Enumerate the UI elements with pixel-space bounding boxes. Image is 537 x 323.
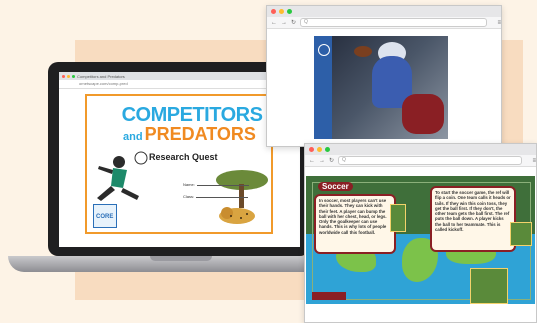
soccer-map-page: Soccer In soccer, most players can't use… xyxy=(306,176,535,304)
address-bar[interactable]: Q xyxy=(300,18,488,27)
back-arrow-icon[interactable]: ← xyxy=(309,158,315,164)
soccer-photo-right-top xyxy=(510,222,532,246)
core-logo: CORE xyxy=(93,204,117,228)
minimize-dot-icon[interactable] xyxy=(317,147,322,152)
window-nav-bar: ← → ↻ Q ≡ xyxy=(267,17,501,29)
window-nav-bar: ← → ↻ Q ≡ xyxy=(305,155,536,167)
soccer-text-right: To start the soccer game, the ref will f… xyxy=(430,186,516,252)
cover-title-predators: PREDATORS xyxy=(144,124,256,144)
reload-icon[interactable]: ↻ xyxy=(329,157,334,164)
class-field-line xyxy=(196,197,249,198)
minimize-dot-icon[interactable] xyxy=(279,9,284,14)
book-cover: COMPETITORS and PREDATORS Research Quest … xyxy=(85,94,273,234)
core-logo-text: CORE xyxy=(96,214,114,220)
cover-title-and: and xyxy=(123,131,143,143)
menu-icon[interactable]: ≡ xyxy=(532,158,536,164)
forward-arrow-icon[interactable]: → xyxy=(281,20,287,26)
name-field-label: Name: xyxy=(183,182,195,187)
minimize-dot-icon[interactable] xyxy=(67,74,70,78)
maximize-dot-icon[interactable] xyxy=(287,9,292,14)
soccer-text-left: In soccer, most players can't use their … xyxy=(314,194,396,254)
laptop-notch xyxy=(150,256,212,261)
class-field-label: Class: xyxy=(183,194,195,199)
football-photo xyxy=(314,36,448,139)
compass-icon xyxy=(318,44,330,56)
close-dot-icon[interactable] xyxy=(62,74,65,78)
maximize-dot-icon[interactable] xyxy=(325,147,330,152)
browser-window-soccer: ← → ↻ Q ≡ Soccer In soccer, most players… xyxy=(304,143,537,323)
soccer-heading: Soccer xyxy=(318,182,353,191)
back-arrow-icon[interactable]: ← xyxy=(271,20,277,26)
soccer-photo-small xyxy=(390,204,406,232)
reload-icon[interactable]: ↻ xyxy=(291,19,296,26)
name-field-line xyxy=(196,185,249,186)
name-field: Name: xyxy=(183,182,249,187)
laptop-tab-bar: Competitors and Predators xyxy=(59,72,300,80)
laptop-tab-label[interactable]: Competitors and Predators xyxy=(77,74,125,79)
photo-side-band xyxy=(314,36,332,139)
maximize-dot-icon[interactable] xyxy=(72,74,75,78)
laptop-browser: Competitors and Predators ornetscape.com… xyxy=(59,72,300,247)
window-title-bar xyxy=(305,144,536,155)
close-dot-icon[interactable] xyxy=(271,9,276,14)
cover-title-line2: and PREDATORS xyxy=(123,124,256,145)
player-red-jersey xyxy=(402,94,444,134)
map-label-tag xyxy=(312,292,346,300)
close-dot-icon[interactable] xyxy=(309,147,314,152)
forward-arrow-icon[interactable]: → xyxy=(319,158,325,164)
soccer-player-illustration xyxy=(97,151,148,201)
window-title-bar xyxy=(267,6,501,17)
cover-subtitle: Research Quest xyxy=(149,152,218,162)
address-bar[interactable]: Q xyxy=(338,156,523,165)
menu-icon[interactable]: ≡ xyxy=(497,20,501,26)
soccer-photo-right-bottom xyxy=(470,268,508,304)
laptop-address-bar[interactable]: ornetscape.com/comp-pred xyxy=(59,80,300,89)
class-field: Class: xyxy=(183,194,249,199)
football-ball xyxy=(354,46,372,57)
